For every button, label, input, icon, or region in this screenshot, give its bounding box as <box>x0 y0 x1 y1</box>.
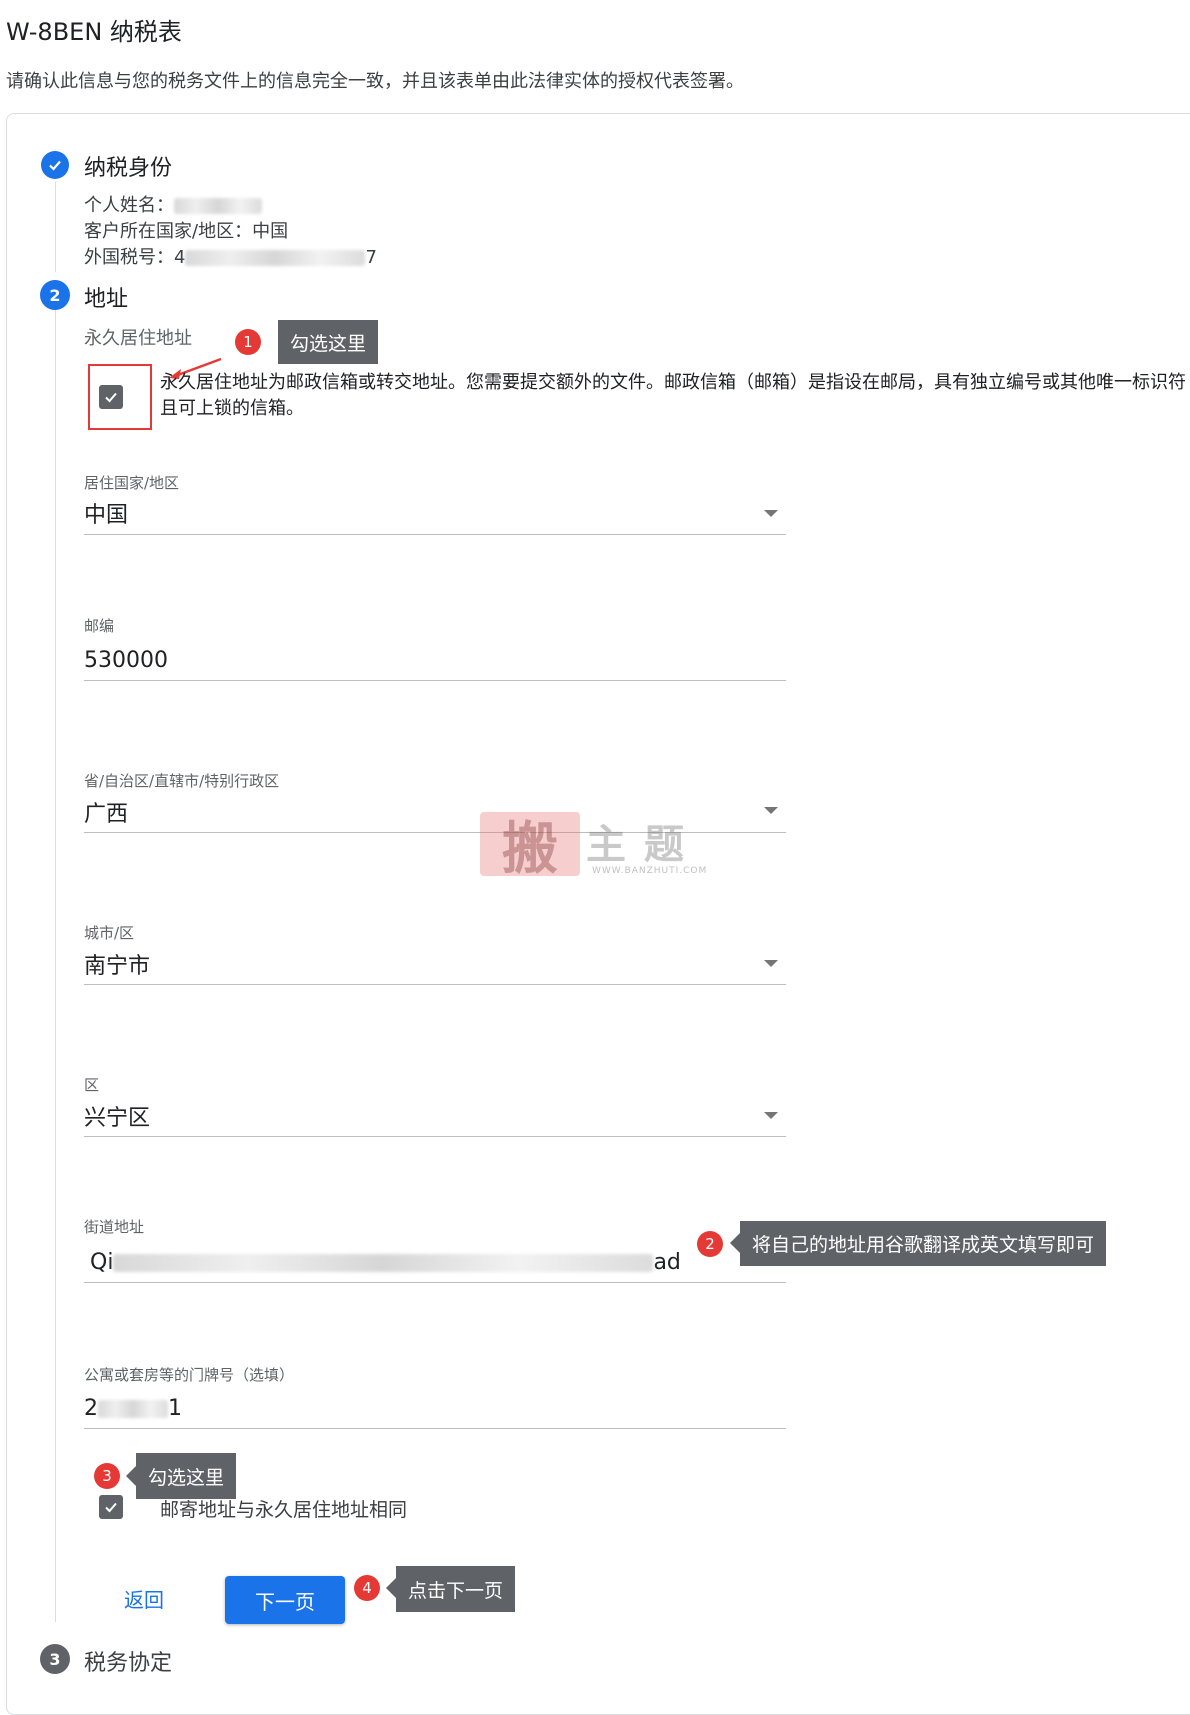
apartment-field-underline <box>84 1428 786 1429</box>
permanent-address-label: 永久居住地址 <box>84 328 192 349</box>
tax-id-label: 外国税号： <box>84 247 174 268</box>
apartment-input[interactable]: 21 <box>84 1396 182 1421</box>
annotation-4-tooltip-arrow <box>386 1578 396 1598</box>
tax-id-end: 7 <box>365 247 377 268</box>
chevron-down-icon[interactable] <box>764 510 778 517</box>
annotation-2-badge: 2 <box>697 1231 723 1257</box>
step-1-label: 纳税身份 <box>84 156 173 181</box>
postcode-field-label: 邮编 <box>84 617 115 635</box>
annotation-4-badge: 4 <box>354 1575 380 1601</box>
page-subtitle: 请确认此信息与您的税务文件上的信息完全一致，并且该表单由此法律实体的授权代表签署… <box>6 71 744 92</box>
step-3-label: 税务协定 <box>84 1651 173 1676</box>
district-field-label: 区 <box>84 1076 100 1094</box>
postcode-input[interactable]: 530000 <box>84 648 168 673</box>
chevron-down-icon[interactable] <box>764 1112 778 1119</box>
redacted-name <box>174 198 262 214</box>
annotation-1-badge: 1 <box>235 329 261 355</box>
check-icon <box>105 1502 117 1513</box>
redacted-tax-id <box>185 250 366 266</box>
back-button[interactable]: 返回 <box>116 1578 172 1618</box>
postcode-field-underline <box>84 680 786 681</box>
page-title: W-8BEN 纳税表 <box>6 18 182 46</box>
province-field-label: 省/自治区/直辖市/特别行政区 <box>84 772 280 790</box>
name-line: 个人姓名： <box>84 191 262 217</box>
redacted-street <box>113 1254 654 1272</box>
check-icon <box>105 392 117 403</box>
annotation-2-tooltip-arrow <box>730 1233 740 1253</box>
step-2-label: 地址 <box>84 287 129 312</box>
apartment-value-end: 1 <box>168 1396 182 1421</box>
country-select-value[interactable]: 中国 <box>84 497 128 529</box>
city-field-underline <box>84 984 786 985</box>
province-select-value[interactable]: 广西 <box>84 796 128 828</box>
watermark-text: 主题 <box>586 821 702 868</box>
country-line: 客户所在国家/地区：中国 <box>84 221 289 242</box>
next-button[interactable]: 下一页 <box>225 1576 345 1624</box>
mailing-same-checkbox[interactable] <box>99 1495 123 1519</box>
chevron-down-icon[interactable] <box>764 960 778 967</box>
name-label: 个人姓名： <box>84 195 174 216</box>
annotation-1-tooltip: 勾选这里 <box>278 320 379 364</box>
district-field-underline <box>84 1136 786 1137</box>
country-field-label: 居住国家/地区 <box>84 474 180 492</box>
city-select-value[interactable]: 南宁市 <box>84 948 150 980</box>
street-field-underline <box>84 1282 786 1283</box>
annotation-3-tooltip: 勾选这里 <box>136 1453 237 1499</box>
apartment-value-start: 2 <box>84 1396 98 1421</box>
tax-id-line: 外国税号：4 7 <box>84 243 377 269</box>
watermark-url: WWW.BANZHUTI.COM <box>592 866 708 876</box>
apartment-field-label: 公寓或套房等的门牌号（选填） <box>84 1366 295 1384</box>
district-select-value[interactable]: 兴宁区 <box>84 1100 150 1132</box>
chevron-down-icon[interactable] <box>764 807 778 814</box>
step-2-number: 2 <box>40 280 70 310</box>
annotation-2-tooltip: 将自己的地址用谷歌翻译成英文填写即可 <box>740 1221 1107 1266</box>
stepper-line-2 <box>55 310 56 1622</box>
city-field-label: 城市/区 <box>84 924 135 942</box>
annotation-4-tooltip: 点击下一页 <box>396 1566 516 1612</box>
step-3-number: 3 <box>40 1644 70 1674</box>
street-field-label: 街道地址 <box>84 1218 145 1236</box>
step-complete-icon <box>41 151 69 179</box>
po-box-checkbox[interactable] <box>99 385 123 409</box>
stepper-line-1 <box>55 182 56 272</box>
tax-id-start: 4 <box>174 247 186 268</box>
country-field-underline <box>84 534 786 535</box>
annotation-3-tooltip-arrow <box>126 1466 136 1486</box>
redacted-apartment <box>98 1400 168 1418</box>
street-value-start: Qi <box>90 1250 114 1275</box>
po-box-note: 永久居住地址为邮政信箱或转交地址。您需要提交额外的文件。邮政信箱（邮箱）是指设在… <box>160 372 1186 419</box>
mailing-same-label: 邮寄地址与永久居住地址相同 <box>160 1499 408 1521</box>
street-value-end: ad <box>653 1250 681 1275</box>
street-input[interactable]: Qi ad <box>90 1250 681 1275</box>
annotation-3-badge: 3 <box>94 1463 120 1489</box>
watermark-seal: 搬 <box>480 812 580 882</box>
